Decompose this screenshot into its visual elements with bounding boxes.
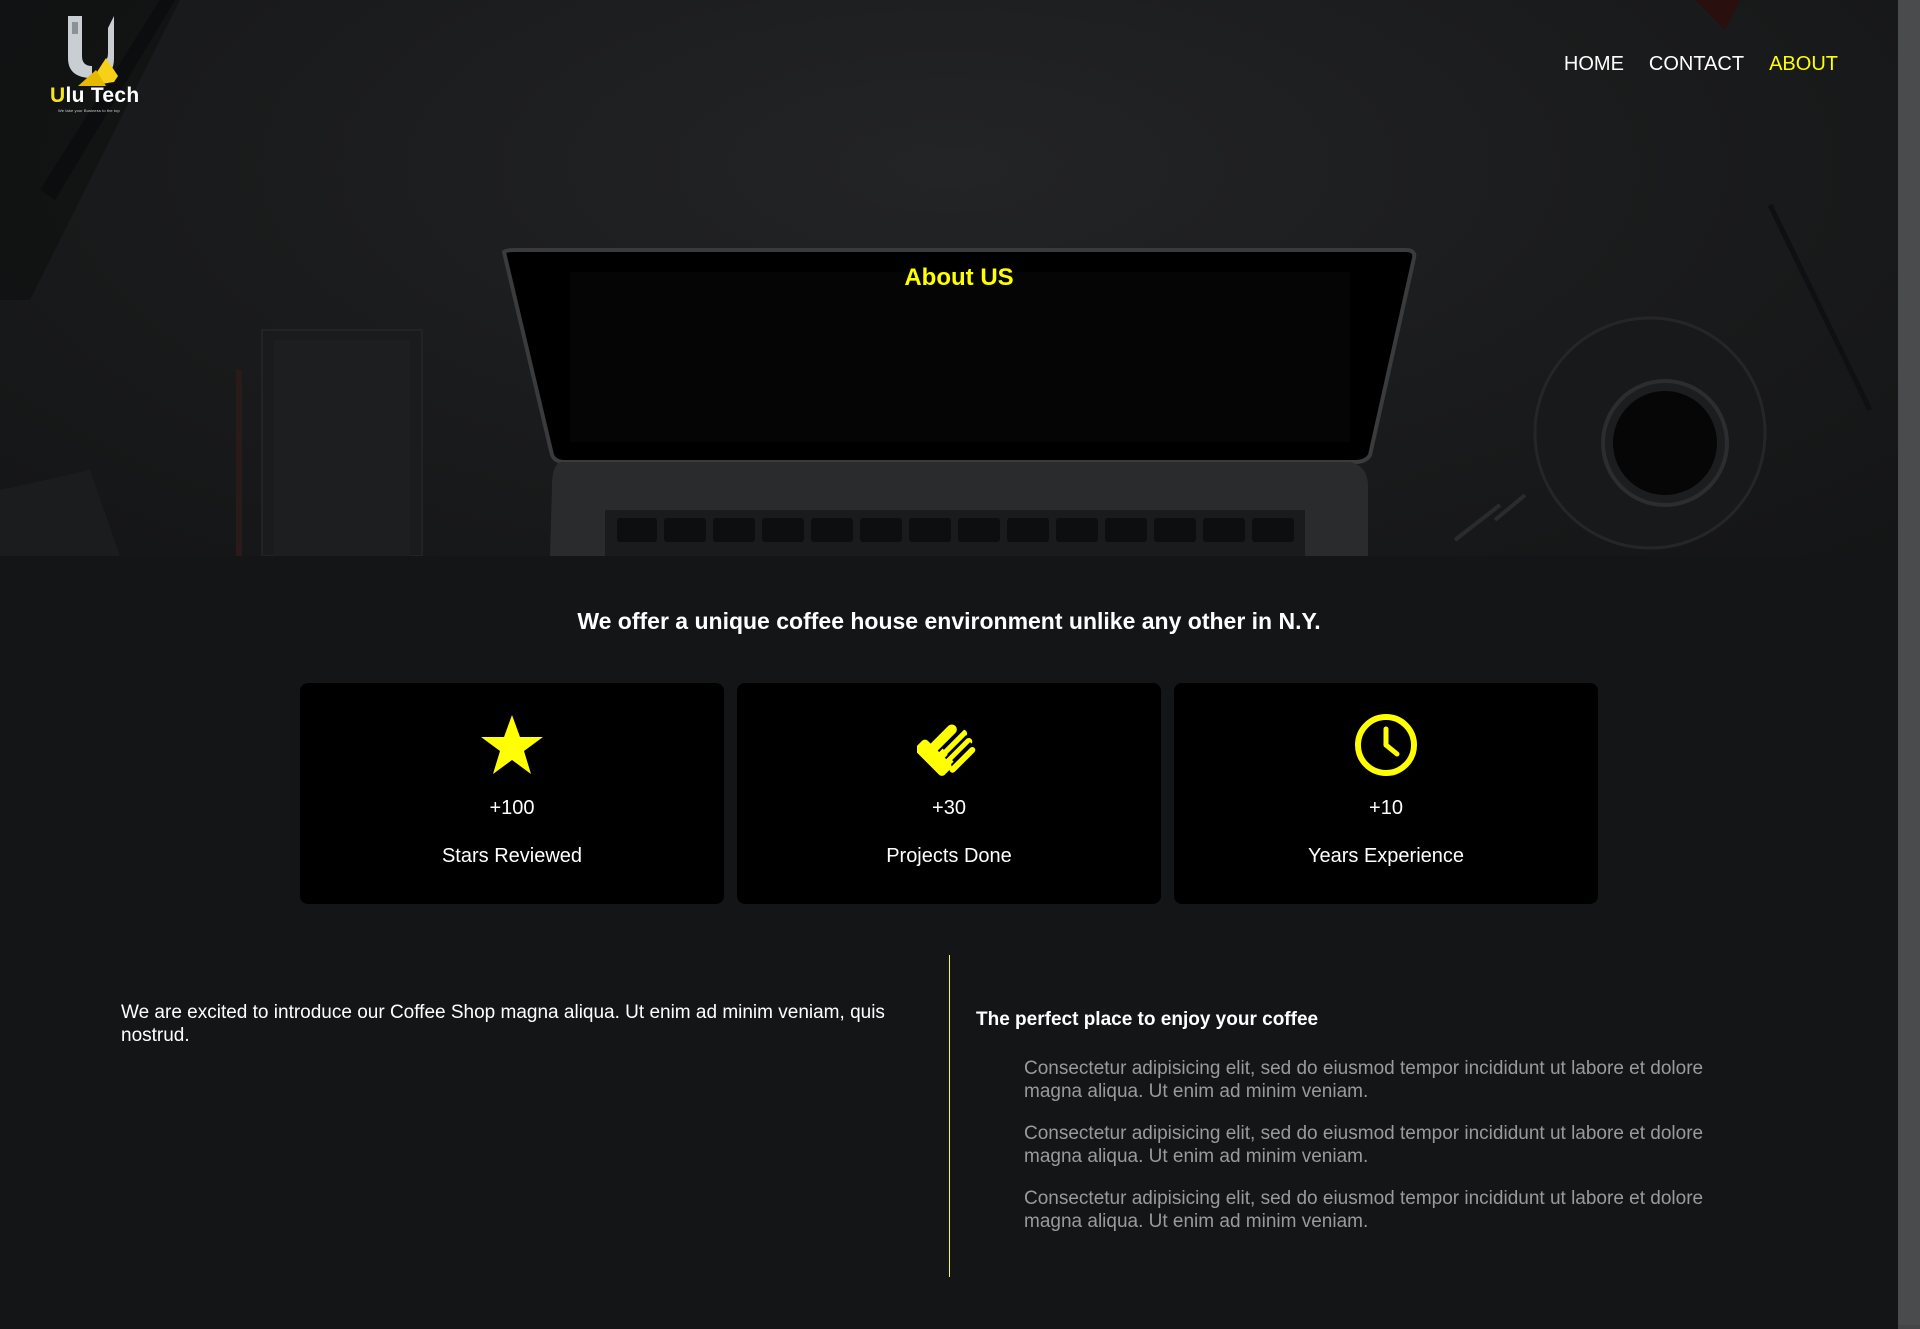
body-paragraph: Consectetur adipisicing elit, sed do eiu… <box>1024 1188 1704 1232</box>
stat-value: +10 <box>1369 797 1403 819</box>
hero-title: About US <box>904 264 1014 291</box>
star-icon <box>481 715 543 774</box>
body-paragraph: Consectetur adipisicing elit, sed do eiu… <box>1024 1123 1704 1167</box>
intro-text: We are excited to introduce our Coffee S… <box>121 1002 885 1046</box>
hero-section: Ulu Tech We take your Business to the to… <box>0 0 1898 556</box>
nav-contact-link[interactable]: CONTACT <box>1649 53 1744 76</box>
logo-tagline: We take your Business to the top <box>58 108 120 113</box>
paragraph-list: Consectetur adipisicing elit, sed do eiu… <box>1024 1057 1754 1252</box>
logo-wordmark-rest: lu Tech <box>65 84 140 107</box>
stat-label: Projects Done <box>886 845 1012 867</box>
scrollbar-thumb[interactable] <box>1898 0 1920 1325</box>
clock-icon <box>1355 714 1417 776</box>
stat-label: Stars Reviewed <box>441 845 583 867</box>
stat-card-projects: +30 Projects Done <box>737 683 1161 904</box>
main-nav: HOME CONTACT ABOUT <box>1564 53 1838 76</box>
page: Ulu Tech We take your Business to the to… <box>0 0 1920 1329</box>
offer-heading: We offer a unique coffee house environme… <box>577 608 1321 634</box>
page-content: Ulu Tech We take your Business to the to… <box>0 0 1898 1329</box>
vertical-scrollbar[interactable] <box>1898 0 1920 1329</box>
nav-about-link[interactable]: ABOUT <box>1769 53 1838 76</box>
stat-value: +30 <box>932 797 966 819</box>
logo-wordmark-accent: U <box>50 84 66 107</box>
perfect-place-title: The perfect place to enjoy your coffee <box>976 1009 1319 1030</box>
stat-card-years: +10 Years Experience <box>1174 683 1598 904</box>
nav-home-link[interactable]: HOME <box>1564 53 1624 76</box>
stat-label: Years Experience <box>1307 845 1465 867</box>
stat-card-stars: +100 Stars Reviewed <box>300 683 724 904</box>
logo-wordmark: Ulu Tech <box>50 84 140 108</box>
vertical-divider <box>949 955 950 1277</box>
stat-value: +100 <box>489 797 535 819</box>
handshake-icon <box>917 724 976 776</box>
body-paragraph: Consectetur adipisicing elit, sed do eiu… <box>1024 1058 1704 1102</box>
stats-cards: +100 Stars Reviewed +30 Projects Done +1… <box>300 683 1598 904</box>
